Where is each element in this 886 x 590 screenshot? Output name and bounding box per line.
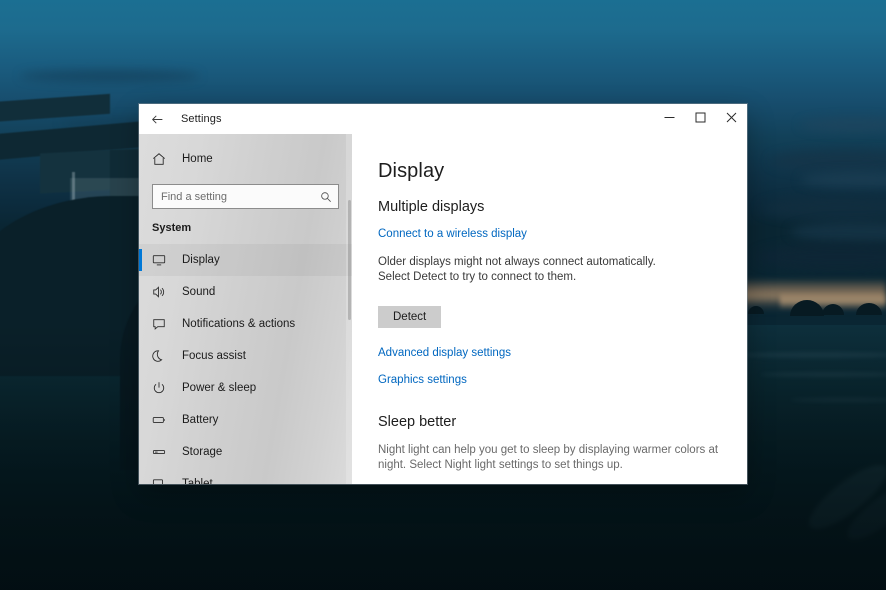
monitor-icon xyxy=(152,253,174,267)
sidebar-item-label: Sound xyxy=(182,286,215,298)
sidebar-item-label: Tablet xyxy=(182,478,213,484)
sidebar-item-display[interactable]: Display xyxy=(139,244,352,276)
search-box[interactable] xyxy=(152,184,339,209)
sidebar-item-label: Focus assist xyxy=(182,350,246,362)
minimize-button[interactable] xyxy=(654,104,685,134)
multiple-displays-heading: Multiple displays xyxy=(378,199,747,215)
multiple-displays-description: Older displays might not always connect … xyxy=(378,255,678,285)
battery-icon xyxy=(152,413,174,427)
sidebar-item-storage[interactable]: Storage xyxy=(139,436,352,468)
sidebar-item-power-sleep[interactable]: Power & sleep xyxy=(139,372,352,404)
sleep-better-heading: Sleep better xyxy=(378,414,747,430)
window-controls xyxy=(654,104,747,134)
sidebar-nav-list: Display Sound xyxy=(139,244,352,484)
sidebar-item-sound[interactable]: Sound xyxy=(139,276,352,308)
connect-wireless-display-link[interactable]: Connect to a wireless display xyxy=(378,228,527,240)
search-input[interactable] xyxy=(153,185,338,208)
settings-window: Settings xyxy=(139,104,747,484)
sidebar-item-label: Battery xyxy=(182,414,218,426)
moon-icon xyxy=(152,349,174,363)
back-arrow-icon xyxy=(151,113,164,126)
sleep-better-description: Night light can help you get to sleep by… xyxy=(378,443,740,473)
sidebar: Home System xyxy=(139,134,352,484)
sidebar-item-label: Notifications & actions xyxy=(182,318,295,330)
window-body: Home System xyxy=(139,134,747,484)
page-title: Display xyxy=(378,160,747,183)
advanced-display-settings-link[interactable]: Advanced display settings xyxy=(378,347,511,359)
maximize-button[interactable] xyxy=(685,104,716,134)
window-title: Settings xyxy=(181,113,222,125)
close-button[interactable] xyxy=(716,104,747,134)
desktop-background: Settings xyxy=(0,0,886,590)
sidebar-scrollbar-thumb[interactable] xyxy=(348,200,351,320)
sidebar-item-label: Storage xyxy=(182,446,222,458)
minimize-icon xyxy=(664,110,675,128)
sidebar-item-notifications-actions[interactable]: Notifications & actions xyxy=(139,308,352,340)
search-icon xyxy=(320,185,332,208)
tablet-icon xyxy=(152,477,174,484)
title-bar: Settings xyxy=(139,104,747,134)
sidebar-item-focus-assist[interactable]: Focus assist xyxy=(139,340,352,372)
notification-icon xyxy=(152,317,174,331)
sidebar-item-home[interactable]: Home xyxy=(139,142,352,176)
storage-icon xyxy=(152,445,174,459)
sidebar-group-label: System xyxy=(139,209,352,234)
graphics-settings-link[interactable]: Graphics settings xyxy=(378,374,467,386)
home-icon xyxy=(152,152,174,166)
sidebar-item-label: Display xyxy=(182,254,220,266)
speaker-icon xyxy=(152,285,174,299)
sidebar-item-tablet[interactable]: Tablet xyxy=(139,468,352,484)
back-button[interactable] xyxy=(139,104,175,134)
maximize-icon xyxy=(695,110,706,128)
detect-button[interactable]: Detect xyxy=(378,306,441,328)
close-icon xyxy=(726,110,737,128)
sidebar-item-label: Power & sleep xyxy=(182,382,256,394)
power-icon xyxy=(152,381,174,395)
content-pane: Display Multiple displays Connect to a w… xyxy=(352,134,747,484)
sidebar-home-label: Home xyxy=(182,153,213,165)
sidebar-item-battery[interactable]: Battery xyxy=(139,404,352,436)
